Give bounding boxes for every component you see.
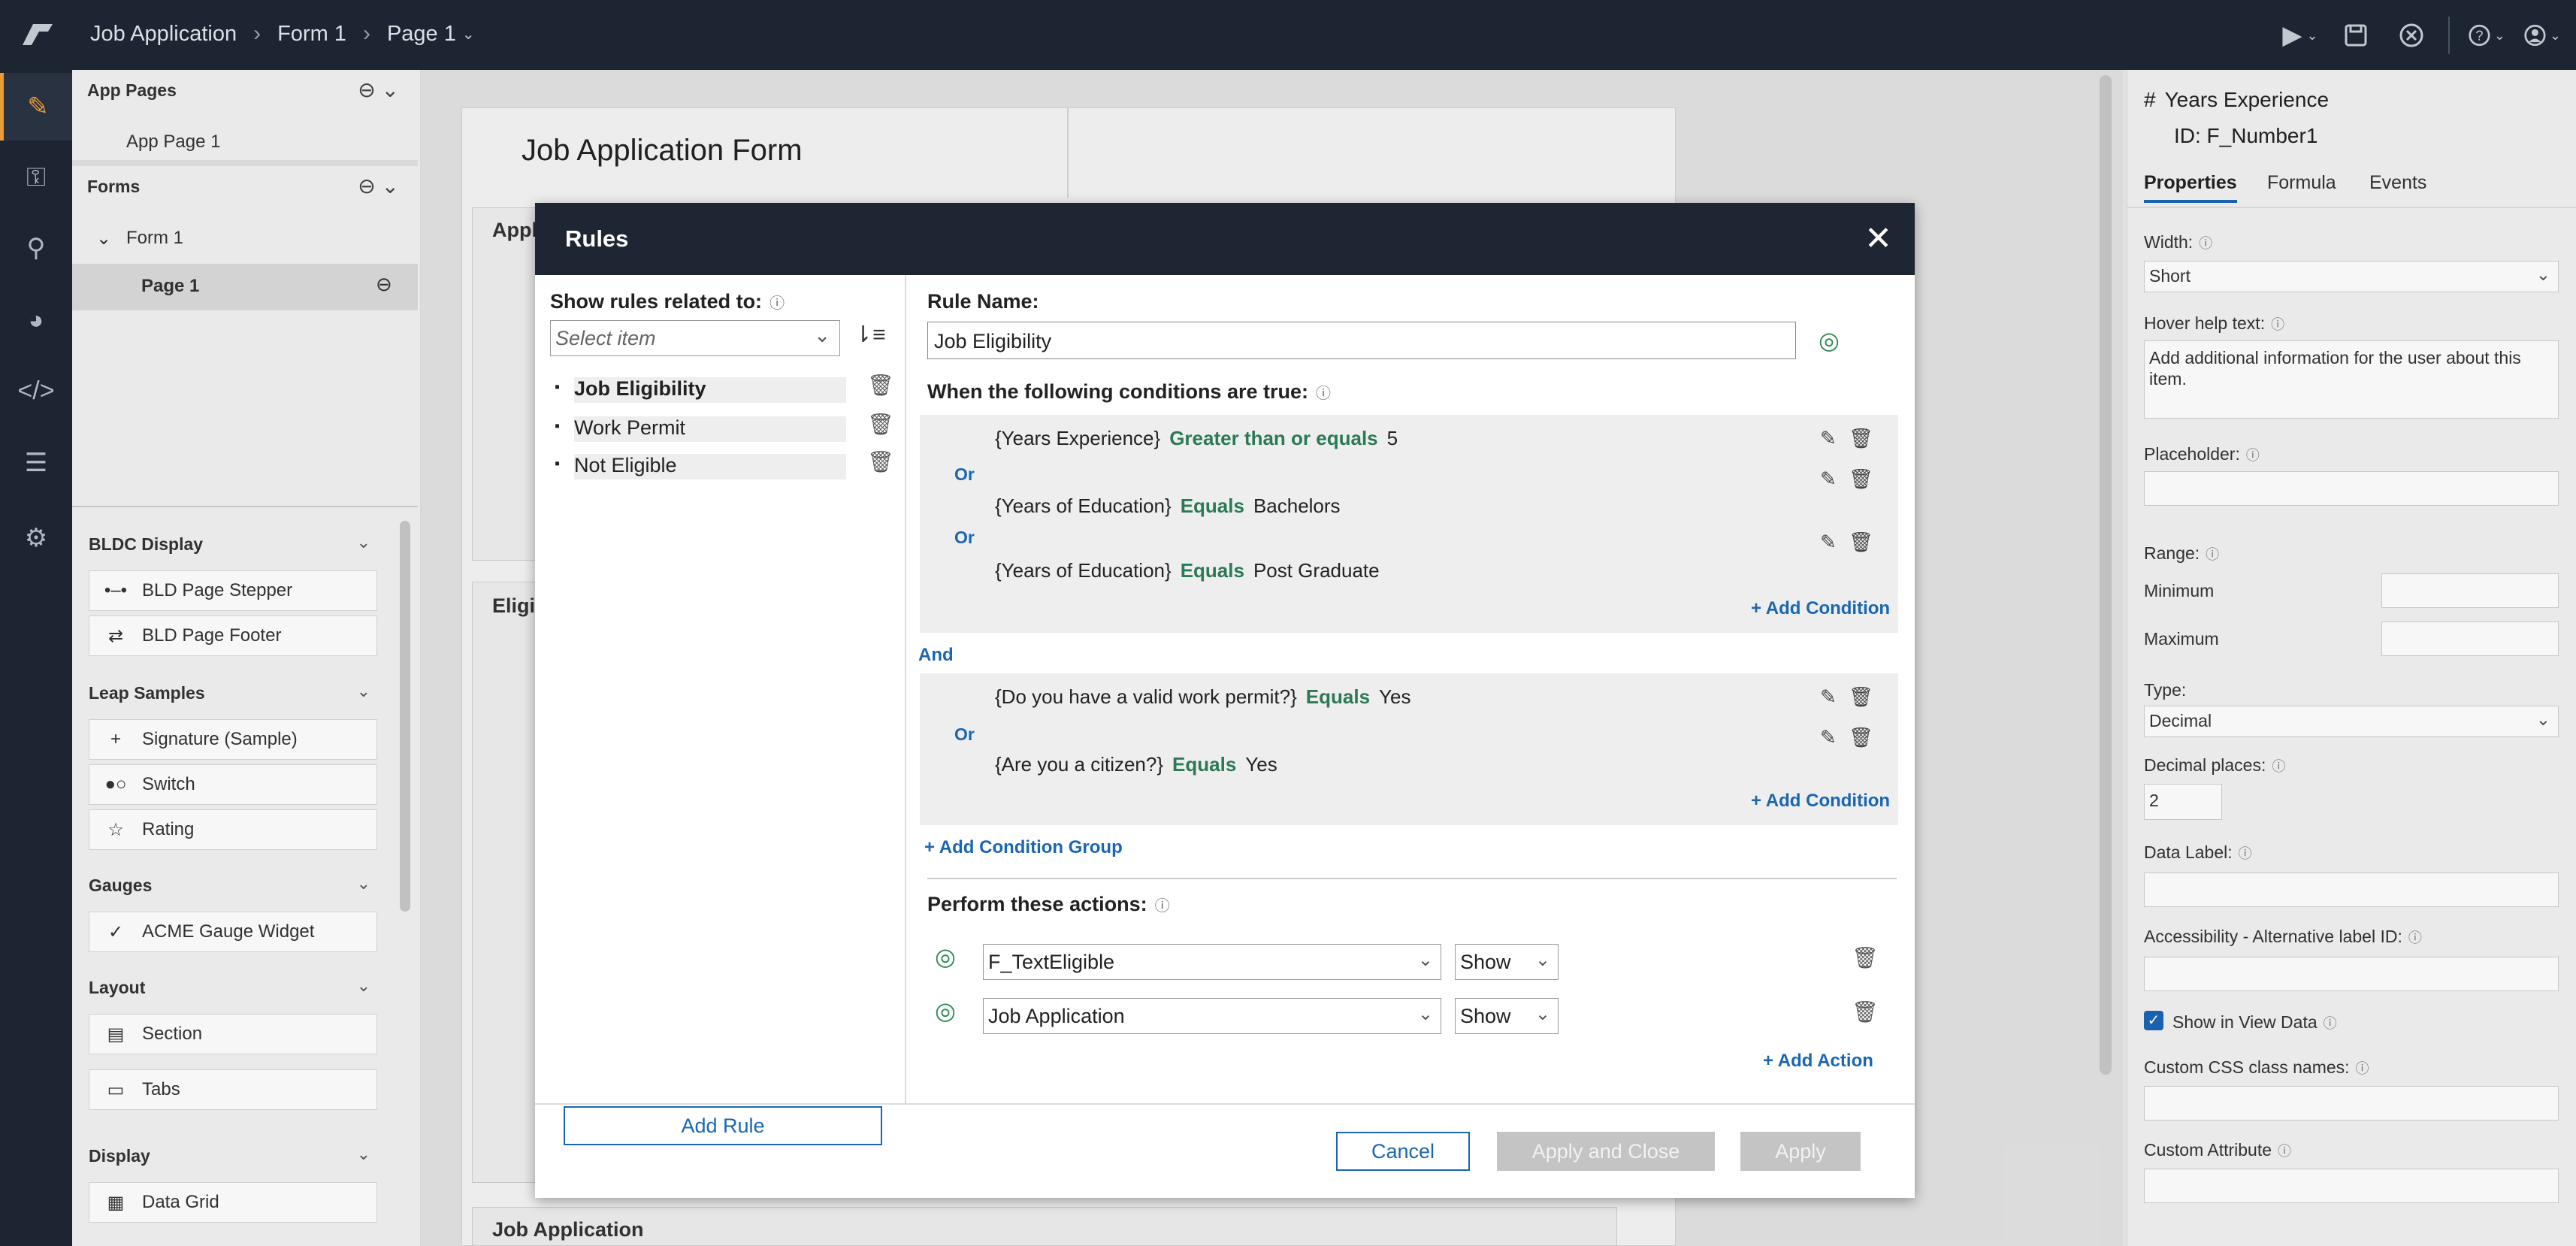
add-condition-group-link[interactable]: + Add Condition Group [924,837,1123,858]
cancel-button[interactable]: Cancel [1336,1132,1470,1171]
dialog-footer: Cancel Apply and Close Apply [535,1103,1915,1198]
condition-row: {Years Experience} Greater than or equals… [995,427,1398,449]
check-circle-icon: ◎ [935,943,956,970]
or-label: Or [954,724,975,744]
trash-icon[interactable]: 🗑 [1849,685,1873,709]
dialog-header: Rules ✕ [535,203,1915,275]
actions-label: Perform these actions: ⓘ [927,893,1170,915]
info-icon: ⓘ [769,295,785,312]
rule-item-job-eligibility[interactable]: Job Eligibility [555,377,855,404]
rule-name-input[interactable]: Job Eligibility [927,322,1796,359]
action-type-select[interactable]: Show ⌄ [1455,998,1559,1034]
chevron-down-icon: ⌄ [1417,1004,1433,1024]
rules-list-pane: Show rules related to: ⓘ Select item ⌄ ⇂≡… [535,275,906,1145]
or-label: Or [954,528,975,547]
add-condition-link[interactable]: + Add Condition [1751,598,1890,619]
trash-icon[interactable]: 🗑 [867,449,894,474]
trash-icon[interactable]: 🗑 [1849,531,1873,554]
trash-icon[interactable]: 🗑 [867,373,894,398]
show-rules-label: Show rules related to: ⓘ [550,290,785,313]
condition-group-1: {Years Experience} Greater than or equals… [920,415,1898,633]
edit-icon[interactable]: ✎ [1820,467,1837,491]
edit-icon[interactable]: ✎ [1820,685,1837,709]
condition-row: {Do you have a valid work permit?} Equals… [995,685,1411,708]
apply-button[interactable]: Apply [1740,1132,1861,1171]
add-action-link[interactable]: + Add Action [1763,1051,1873,1072]
or-label: Or [954,464,975,484]
apply-and-close-button[interactable]: Apply and Close [1497,1132,1715,1171]
chevron-down-icon: ⌄ [1534,1004,1550,1024]
check-circle-icon: ◎ [935,997,956,1024]
info-icon: ⓘ [1316,386,1331,402]
action-type-select[interactable]: Show ⌄ [1455,944,1559,980]
edit-icon[interactable]: ✎ [1820,531,1837,554]
dialog-title: Rules [565,225,629,252]
trash-icon[interactable]: 🗑 [1849,726,1873,749]
rule-editor-pane: Rule Name: Job Eligibility ◎ When the fo… [908,275,1915,1103]
trash-icon[interactable]: 🗑 [1852,1000,1879,1024]
edit-icon[interactable]: ✎ [1820,726,1837,749]
edit-icon[interactable]: ✎ [1820,427,1837,450]
rule-filter-select[interactable]: Select item ⌄ [550,320,840,356]
rule-item-not-eligible[interactable]: Not Eligible [555,454,855,481]
trash-icon[interactable]: 🗑 [867,412,894,437]
action-target-select[interactable]: Job Application ⌄ [983,998,1441,1034]
conditions-label: When the following conditions are true: ⓘ [927,380,1331,403]
trash-icon[interactable]: 🗑 [1852,945,1879,970]
close-icon[interactable]: ✕ [1864,219,1892,258]
sort-icon[interactable]: ⇂≡ [854,322,886,348]
action-target-select[interactable]: F_TextEligible ⌄ [983,944,1441,980]
rules-dialog: Rules ✕ Show rules related to: ⓘ Select i… [535,203,1915,1198]
condition-row: {Years of Education} Equals Post Graduate [995,559,1380,582]
chevron-down-icon: ⌄ [1534,950,1550,970]
add-condition-link[interactable]: + Add Condition [1751,791,1890,812]
condition-row: {Are you a citizen?} Equals Yes [995,753,1277,776]
condition-group-2: {Do you have a valid work permit?} Equals… [920,673,1898,825]
info-icon: ⓘ [1154,898,1170,915]
chevron-down-icon: ⌄ [814,324,830,346]
trash-icon[interactable]: 🗑 [1849,427,1873,450]
chevron-down-icon: ⌄ [1417,950,1433,970]
check-circle-icon: ◎ [1819,327,1840,354]
rule-name-label: Rule Name: [927,290,1039,313]
trash-icon[interactable]: 🗑 [1849,467,1873,491]
condition-row: {Years of Education} Equals Bachelors [995,494,1341,517]
and-label: And [918,645,954,665]
rule-item-work-permit[interactable]: Work Permit [555,416,855,443]
divider [927,878,1897,879]
